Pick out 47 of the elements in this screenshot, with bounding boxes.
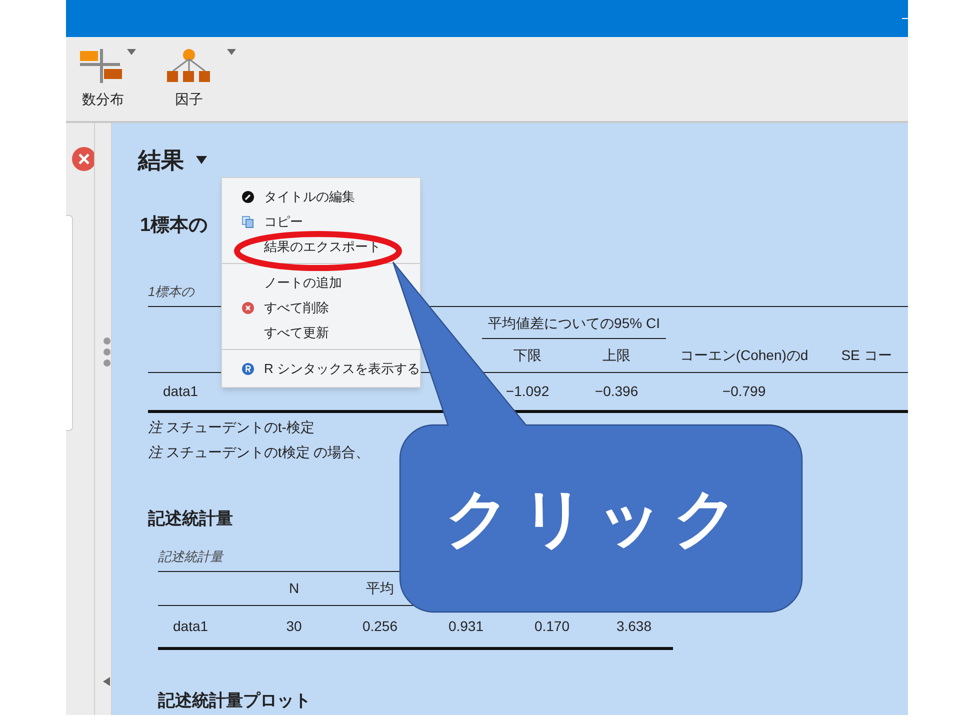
- caret-icon: [127, 49, 136, 55]
- column-header: 上限: [602, 346, 632, 364]
- table-cell-text: −0.799: [721, 382, 767, 400]
- menu-item[interactable]: ノートの追加: [242, 274, 342, 292]
- drag-handle-icon[interactable]: [103, 337, 112, 367]
- menu-item[interactable]: タイトルの編集: [242, 188, 355, 206]
- table-title: 1標本の: [148, 283, 194, 301]
- pencil-icon: [242, 191, 254, 203]
- column-header: コーエン(Cohen)のd: [678, 346, 810, 365]
- column-header: 下限: [512, 346, 542, 364]
- column-header: N: [288, 578, 300, 598]
- table-cell-text: −0.396: [594, 382, 640, 400]
- table-cell-text: 0.256: [361, 616, 399, 636]
- caret-icon: [227, 49, 236, 55]
- column-header: 平均: [365, 578, 395, 598]
- toolbar-label: 因子: [175, 90, 203, 109]
- copy-icon: [242, 216, 254, 228]
- table-cell-text: −1.092: [504, 382, 550, 400]
- menu-item[interactable]: すべて削除: [242, 299, 329, 317]
- toolbar-label: 数分布: [82, 90, 124, 109]
- table-cell-text: 3.638: [615, 616, 653, 636]
- section-heading: 記述統計量: [148, 508, 233, 530]
- menu-item[interactable]: R シンタックスを表示する: [242, 360, 420, 378]
- close-icon[interactable]: [72, 147, 96, 171]
- toolbar-button[interactable]: 数分布: [66, 37, 124, 110]
- delete-icon: [242, 302, 254, 314]
- table-cell-text: 0.931: [447, 616, 485, 636]
- table-note: 注 スチューデントのt-検定: [148, 418, 316, 436]
- table-note: 注 スチューデントのt検定 の場合、: [148, 442, 371, 462]
- toolbar-button[interactable]: 因子: [154, 37, 224, 110]
- results-title: 結果: [138, 146, 184, 175]
- r-icon: [242, 363, 254, 375]
- menu-item[interactable]: コピー: [242, 213, 303, 231]
- menu-item[interactable]: すべて更新: [242, 324, 329, 342]
- caret-icon[interactable]: [196, 156, 207, 164]
- row-label: data1: [162, 382, 200, 400]
- section-heading: 1標本の: [140, 214, 208, 238]
- table-cell-text: 0.170: [533, 616, 571, 636]
- column-group-header: 平均値差についての95% CI: [482, 312, 666, 338]
- hierarchy-icon: [167, 49, 211, 83]
- table-cell-text: 30: [285, 616, 303, 636]
- callout-text: クリック: [445, 481, 749, 556]
- table-title: 記述統計量: [158, 548, 223, 566]
- row-label: data1: [172, 616, 210, 636]
- distribution-icon: [80, 49, 124, 83]
- section-heading: 記述統計量プロット: [158, 690, 311, 712]
- column-header: SE コー: [840, 346, 893, 364]
